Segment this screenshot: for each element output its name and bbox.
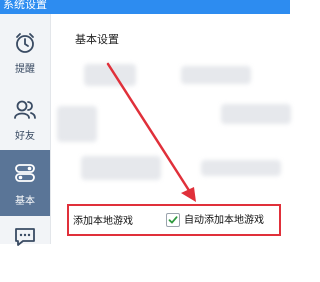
blurred-setting-block — [181, 66, 251, 84]
blurred-setting-block — [81, 156, 161, 180]
friends-icon — [14, 100, 36, 119]
sidebar-item-friends[interactable]: 好友 — [0, 89, 50, 149]
chat-icon — [15, 228, 35, 246]
sidebar-item-reminder[interactable]: 提醒 — [0, 22, 50, 82]
alarm-clock-icon — [16, 33, 34, 53]
sidebar-item-label: 提醒 — [15, 64, 35, 75]
blurred-setting-block — [221, 104, 291, 124]
blurred-setting-block — [84, 64, 136, 86]
blurred-setting-block — [201, 160, 281, 176]
annotation-highlight-box — [67, 204, 281, 236]
sidebar: 提醒 好友 基本 — [0, 14, 51, 246]
section-title: 基本设置 — [75, 33, 119, 46]
settings-toggle-icon — [15, 164, 35, 182]
settings-content: 基本设置 添加本地游戏 自动添加本地游戏 — [51, 14, 291, 244]
blurred-setting-block — [57, 106, 97, 142]
window-title: 系统设置 — [3, 0, 47, 11]
sidebar-item-chat[interactable] — [0, 222, 50, 282]
sidebar-item-basic[interactable]: 基本 — [0, 150, 50, 216]
sidebar-item-label: 基本 — [15, 196, 35, 207]
title-bar: 系统设置 — [0, 0, 290, 14]
sidebar-item-label: 好友 — [15, 131, 35, 142]
